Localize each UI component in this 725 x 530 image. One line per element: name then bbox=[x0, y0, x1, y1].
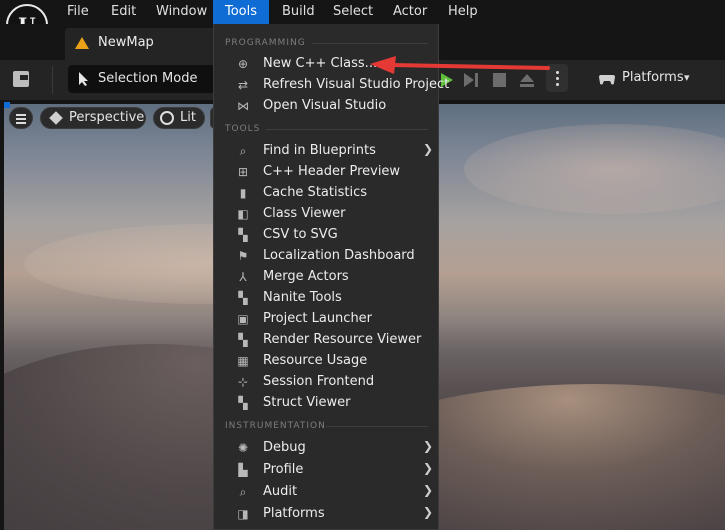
chevron-right-icon: ❯ bbox=[423, 439, 434, 453]
menu-select[interactable]: Select bbox=[321, 0, 385, 24]
class-icon: ⊕ bbox=[237, 57, 249, 71]
hamburger-icon bbox=[16, 114, 26, 116]
nanite-icon: ▚ bbox=[238, 291, 248, 305]
level-icon bbox=[75, 37, 89, 49]
menu-item-class-viewer[interactable]: ◧ Class Viewer bbox=[214, 204, 438, 225]
menu-item-debug[interactable]: ✺ Debug ❯ bbox=[214, 438, 438, 459]
launcher-icon: ▣ bbox=[237, 312, 249, 326]
menu-item-render-resource-viewer[interactable]: ▚ Render Resource Viewer bbox=[214, 330, 438, 351]
render-resource-icon: ▚ bbox=[238, 333, 248, 347]
refresh-icon: ⇄ bbox=[237, 78, 249, 92]
platforms-toolbar-label: Platforms bbox=[622, 70, 684, 85]
menu-item-resource-usage[interactable]: ▦ Resource Usage bbox=[214, 351, 438, 372]
menu-item-cache-statistics[interactable]: ▮ Cache Statistics bbox=[214, 183, 438, 204]
chevron-right-icon: ❯ bbox=[423, 461, 434, 475]
viewport-options-button[interactable] bbox=[9, 107, 33, 129]
menu-item-struct-viewer[interactable]: ▚ Struct Viewer bbox=[214, 393, 438, 414]
viewport-active-indicator bbox=[4, 102, 10, 108]
chevron-right-icon: ❯ bbox=[423, 505, 434, 519]
menu-build[interactable]: Build bbox=[270, 0, 327, 24]
cube-icon bbox=[49, 111, 63, 125]
perspective-label: Perspective bbox=[69, 110, 145, 125]
view-mode-button[interactable]: Lit bbox=[153, 107, 205, 129]
gamepad-icon bbox=[599, 75, 615, 85]
menu-item-platforms[interactable]: ◨ Platforms ❯ bbox=[214, 504, 438, 525]
chevron-down-icon: ▾ bbox=[684, 71, 690, 84]
menu-item-open-visual-studio[interactable]: ⋈ Open Visual Studio bbox=[214, 96, 438, 117]
menu-item-csv-to-svg[interactable]: ▚ CSV to SVG bbox=[214, 225, 438, 246]
map-tab[interactable]: NewMap bbox=[65, 28, 215, 60]
menu-item-merge-actors[interactable]: ⅄ Merge Actors bbox=[214, 267, 438, 288]
map-tab-label: NewMap bbox=[98, 35, 154, 50]
perspective-button[interactable]: Perspective bbox=[40, 107, 146, 129]
cursor-icon bbox=[79, 72, 88, 86]
bug-icon: ✺ bbox=[237, 441, 249, 455]
save-icon bbox=[13, 71, 29, 87]
menu-item-find-in-blueprints[interactable]: ⌕ Find in Blueprints ❯ bbox=[214, 141, 438, 162]
menu-item-nanite-tools[interactable]: ▚ Nanite Tools bbox=[214, 288, 438, 309]
table-icon: ▦ bbox=[237, 354, 249, 368]
audit-icon: ⌕ bbox=[239, 485, 247, 499]
menu-item-profile[interactable]: ▙ Profile ❯ bbox=[214, 460, 438, 481]
class-viewer-icon: ◧ bbox=[237, 207, 249, 221]
section-header-instrumentation: INSTRUMENTATION bbox=[225, 421, 326, 431]
toolbar-divider bbox=[52, 66, 53, 94]
ellipsis-icon bbox=[556, 71, 559, 74]
menu-actor[interactable]: Actor bbox=[381, 0, 439, 24]
lit-sphere-icon bbox=[160, 111, 174, 125]
platforms-icon: ◨ bbox=[237, 507, 249, 521]
section-header-tools: TOOLS bbox=[225, 124, 261, 134]
save-button[interactable] bbox=[10, 68, 34, 92]
menu-bar: U File Edit Window Tools Build Select Ac… bbox=[0, 0, 725, 46]
view-mode-label: Lit bbox=[180, 110, 196, 125]
menu-window[interactable]: Window bbox=[144, 0, 219, 24]
header-preview-icon: ⊞ bbox=[237, 165, 249, 179]
struct-icon: ▚ bbox=[238, 396, 248, 410]
selection-mode-dropdown[interactable]: Selection Mode bbox=[68, 65, 218, 93]
profile-icon: ▙ bbox=[238, 463, 248, 477]
menu-help[interactable]: Help bbox=[436, 0, 490, 24]
menu-item-localization-dashboard[interactable]: ⚑ Localization Dashboard bbox=[214, 246, 438, 267]
menu-item-cpp-header-preview[interactable]: ⊞ C++ Header Preview bbox=[214, 162, 438, 183]
tools-dropdown-menu: PROGRAMMING ⊕ New C++ Class... ⇄ Refresh… bbox=[213, 24, 449, 530]
session-icon: ⊹ bbox=[237, 375, 249, 389]
bar-chart-icon: ▮ bbox=[239, 186, 247, 200]
selection-mode-label: Selection Mode bbox=[98, 71, 198, 86]
menu-tools[interactable]: Tools bbox=[213, 0, 270, 24]
csv-icon: ▚ bbox=[238, 228, 248, 242]
visual-studio-icon: ⋈ bbox=[237, 99, 249, 113]
menu-item-project-launcher[interactable]: ▣ Project Launcher bbox=[214, 309, 438, 330]
annotation-arrow-icon bbox=[370, 56, 550, 74]
section-header-programming: PROGRAMMING bbox=[225, 38, 306, 48]
menu-item-session-frontend[interactable]: ⊹ Session Frontend bbox=[214, 372, 438, 393]
menu-edit[interactable]: Edit bbox=[99, 0, 148, 24]
flag-icon: ⚑ bbox=[237, 249, 249, 263]
menu-file[interactable]: File bbox=[55, 0, 101, 24]
chevron-right-icon: ❯ bbox=[423, 142, 434, 156]
chevron-right-icon: ❯ bbox=[423, 483, 434, 497]
merge-icon: ⅄ bbox=[239, 270, 247, 284]
menu-item-audit[interactable]: ⌕ Audit ❯ bbox=[214, 482, 438, 503]
search-icon: ⌕ bbox=[239, 144, 247, 158]
